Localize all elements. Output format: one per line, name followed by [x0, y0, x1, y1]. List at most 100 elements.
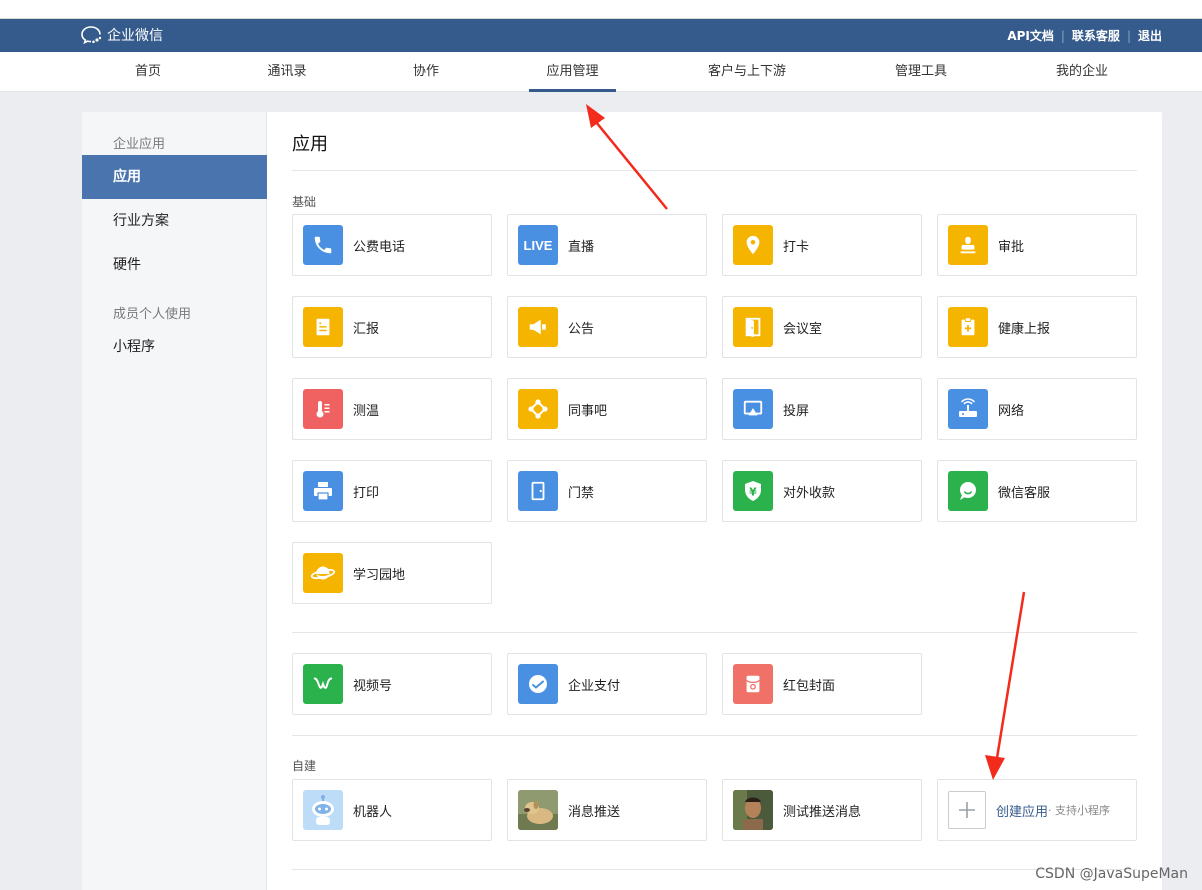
app-tile-network[interactable]: 网络: [937, 378, 1137, 440]
door-open-icon: [733, 307, 773, 347]
app-tile-label: 打印: [353, 485, 380, 501]
logout-link[interactable]: 退出: [1138, 27, 1162, 44]
app-tile-external-payment[interactable]: ¥ 对外收款: [722, 460, 922, 522]
logo[interactable]: 企业微信: [81, 25, 163, 45]
nav-contacts[interactable]: 通讯录: [259, 52, 315, 92]
nav-collaboration[interactable]: 协作: [400, 52, 452, 92]
app-tile-test-push[interactable]: 测试推送消息: [722, 779, 922, 841]
app-tile-label: 门禁: [568, 485, 595, 501]
app-tile-robot[interactable]: 机器人: [292, 779, 492, 841]
printer-icon: [303, 471, 343, 511]
app-tile-message-push[interactable]: 消息推送: [507, 779, 707, 841]
create-app-label: 创建应用: [996, 804, 1049, 820]
nav-customers[interactable]: 客户与上下游: [695, 52, 799, 92]
app-tile-label: 对外收款: [783, 485, 836, 501]
plus-icon: [948, 791, 986, 829]
app-tile-report[interactable]: 汇报: [292, 296, 492, 358]
payment-icon: [518, 664, 558, 704]
app-tile-label: 网络: [998, 403, 1025, 419]
app-tile-colleague-hub[interactable]: 同事吧: [507, 378, 707, 440]
app-tile-access-control[interactable]: 门禁: [507, 460, 707, 522]
app-tile-channels[interactable]: 视频号: [292, 653, 492, 715]
app-tile-label: 会议室: [783, 321, 823, 337]
contact-support-link[interactable]: 联系客服: [1072, 27, 1120, 44]
header-separator: |: [1060, 28, 1065, 43]
sidebar-item-hardware[interactable]: 硬件: [82, 243, 267, 287]
report-icon: [303, 307, 343, 347]
door-icon: [518, 471, 558, 511]
app-tile-label: 公费电话: [353, 239, 406, 255]
sidebar-group-enterprise: 企业应用: [113, 137, 166, 152]
nav-home[interactable]: 首页: [120, 52, 176, 92]
app-tile-label: 打卡: [783, 239, 810, 255]
thermometer-icon: [303, 389, 343, 429]
chat-bubble-icon: [948, 471, 988, 511]
app-tile-public-phone[interactable]: 公费电话: [292, 214, 492, 276]
app-tile-label: 健康上报: [998, 321, 1051, 337]
app-tile-label: 公告: [568, 321, 595, 337]
top-header: 企业微信 API文档 | 联系客服 | 退出: [0, 19, 1202, 52]
megaphone-icon: [518, 307, 558, 347]
nav-my-company[interactable]: 我的企业: [1043, 52, 1121, 92]
wework-logo-icon: [81, 26, 102, 45]
app-tile-health-report[interactable]: 健康上报: [937, 296, 1137, 358]
divider: [292, 170, 1137, 171]
sidebar: 企业应用 应用 行业方案 硬件 成员个人使用 小程序: [82, 112, 267, 890]
app-tile-label: 红包封面: [783, 678, 836, 694]
colleague-hub-icon: [518, 389, 558, 429]
nav-admin-tools[interactable]: 管理工具: [882, 52, 960, 92]
red-packet-icon: [733, 664, 773, 704]
phone-icon: [303, 225, 343, 265]
divider: [292, 869, 1137, 870]
sidebar-group-personal: 成员个人使用: [113, 307, 192, 322]
router-icon: [948, 389, 988, 429]
app-tile-label: 视频号: [353, 678, 393, 694]
svg-text:¥: ¥: [749, 486, 757, 499]
app-tile-label: 微信客服: [998, 485, 1051, 501]
robot-icon: [303, 790, 343, 830]
app-tile-approval[interactable]: 审批: [937, 214, 1137, 276]
location-pin-icon: [733, 225, 773, 265]
dog-photo-icon: [518, 790, 558, 830]
divider: [292, 735, 1137, 736]
health-clipboard-icon: [948, 307, 988, 347]
app-tile-label: 测温: [353, 403, 380, 419]
app-tile-red-packet[interactable]: 红包封面: [722, 653, 922, 715]
planet-icon: [303, 553, 343, 593]
app-tile-label: 审批: [998, 239, 1025, 255]
app-tile-meeting-room[interactable]: 会议室: [722, 296, 922, 358]
app-tile-label: 学习园地: [353, 567, 406, 583]
app-tile-wechat-service[interactable]: 微信客服: [937, 460, 1137, 522]
app-tile-checkin[interactable]: 打卡: [722, 214, 922, 276]
app-tile-temperature[interactable]: 测温: [292, 378, 492, 440]
content-card: 企业应用 应用 行业方案 硬件 成员个人使用 小程序 应用 基础 公费电话 LI…: [82, 112, 1162, 890]
sidebar-item-mini-program[interactable]: 小程序: [82, 325, 267, 369]
app-tile-label: 同事吧: [568, 403, 608, 419]
section-basic-label: 基础: [292, 195, 317, 209]
app-tile-live[interactable]: LIVE 直播: [507, 214, 707, 276]
app-tile-screen-cast[interactable]: 投屏: [722, 378, 922, 440]
app-tile-label: 汇报: [353, 321, 380, 337]
app-tile-label: 企业支付: [568, 678, 621, 694]
sidebar-item-industry[interactable]: 行业方案: [82, 199, 267, 243]
app-tile-print[interactable]: 打印: [292, 460, 492, 522]
section-custom-label: 自建: [292, 759, 317, 773]
logo-text: 企业微信: [107, 28, 163, 44]
app-tile-enterprise-pay[interactable]: 企业支付: [507, 653, 707, 715]
nav-app-management[interactable]: 应用管理: [529, 52, 616, 92]
app-tile-announcement[interactable]: 公告: [507, 296, 707, 358]
screen-cast-icon: [733, 389, 773, 429]
divider: [292, 632, 1137, 633]
sidebar-item-apps[interactable]: 应用: [82, 155, 267, 199]
api-docs-link[interactable]: API文档: [1007, 27, 1054, 44]
watermark: CSDN @JavaSupeMan: [1035, 866, 1188, 882]
person-photo-icon: [733, 790, 773, 830]
live-icon: LIVE: [518, 225, 558, 265]
yuan-shield-icon: ¥: [733, 471, 773, 511]
browser-top-strip: [0, 0, 1202, 19]
stamp-icon: [948, 225, 988, 265]
create-app-button[interactable]: 创建应用 · 支持小程序: [937, 779, 1137, 841]
app-tile-label: 直播: [568, 239, 595, 255]
app-tile-learning[interactable]: 学习园地: [292, 542, 492, 604]
channels-icon: [303, 664, 343, 704]
